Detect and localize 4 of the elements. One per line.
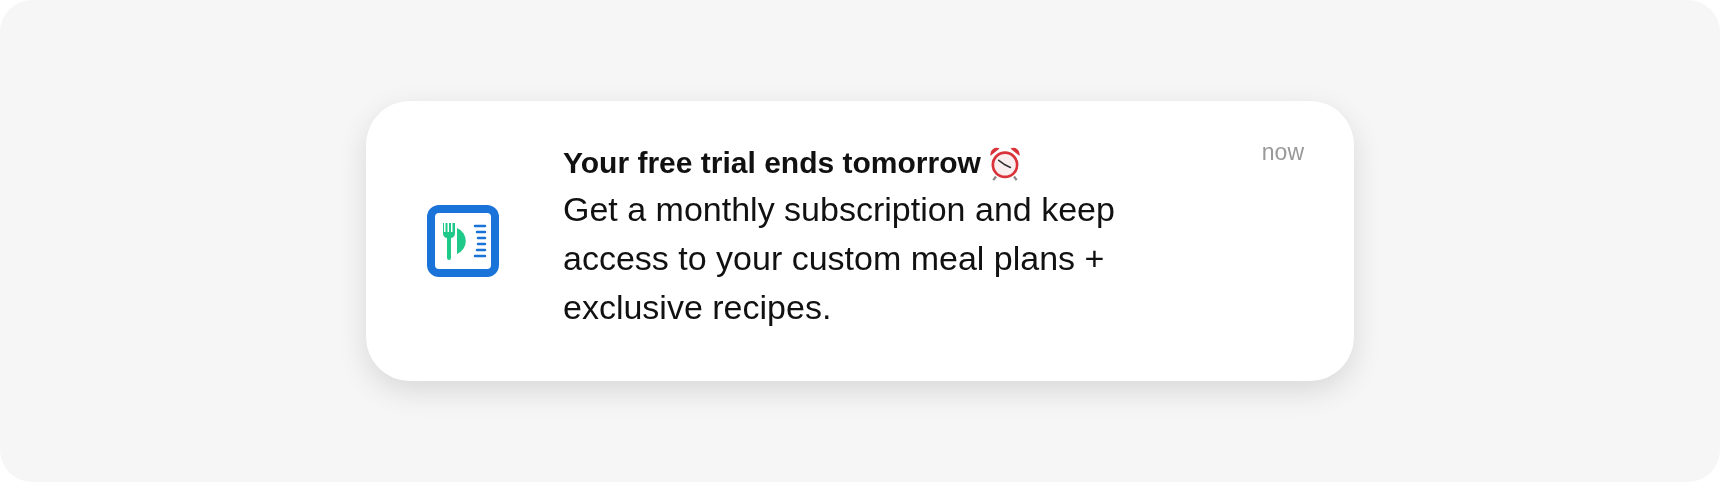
notification-card[interactable]: Your free trial ends tomorrow Get a monthly subscription and keep access to your custom meal plans + exclusive recipes. now bbox=[366, 101, 1354, 381]
notification-message: Get a monthly subscription and keep access to your custom meal plans + exclusive recipes. bbox=[563, 188, 1116, 328]
notification-title: Your free trial ends tomorrow bbox=[563, 145, 981, 180]
timestamp: now bbox=[1261, 139, 1304, 166]
